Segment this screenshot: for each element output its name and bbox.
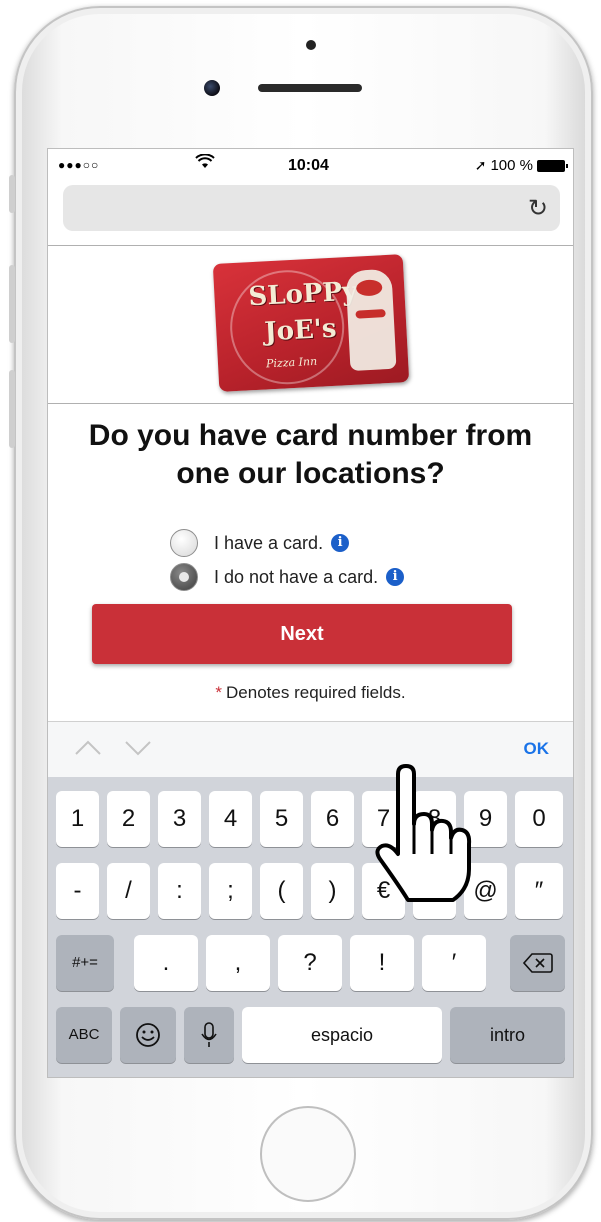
key-quote[interactable]: ″	[515, 863, 563, 919]
chevron-up-icon[interactable]	[74, 736, 102, 762]
backspace-icon	[522, 953, 553, 973]
hand-pointer-icon	[375, 764, 472, 902]
next-button[interactable]: Next	[92, 604, 512, 664]
radio-no-card[interactable]	[170, 563, 198, 591]
divider	[48, 403, 573, 404]
question-line1: Do you have card number from	[88, 419, 533, 452]
battery-percent: 100 %	[490, 157, 533, 174]
key-semicolon[interactable]: ;	[209, 863, 252, 919]
emoji-icon	[136, 1023, 160, 1047]
required-star: *	[215, 683, 223, 702]
key-0[interactable]: 0	[515, 791, 563, 847]
card-subtitle: Pizza Inn	[265, 354, 318, 371]
phone-screen: ●●●○○ 10:04 ➚ 100 % ↻ SLoPPy JoE's Pizza…	[47, 148, 574, 1078]
ok-button[interactable]: OK	[524, 739, 550, 759]
keyboard-toolbar: OK	[48, 721, 573, 778]
battery-indicator: ➚ 100 %	[474, 157, 568, 174]
signal-strength: ●●●○○	[58, 158, 100, 172]
dictation-key[interactable]	[184, 1007, 234, 1063]
key-slash[interactable]: /	[107, 863, 150, 919]
option-label: I do not have a card.	[214, 566, 379, 587]
divider	[48, 245, 573, 246]
key-period[interactable]: .	[134, 935, 198, 991]
option-label: I have a card.	[214, 532, 324, 553]
earpiece-speaker	[258, 84, 362, 92]
key-open-paren[interactable]: (	[260, 863, 303, 919]
proximity-sensor	[306, 40, 316, 50]
card-brand-line2: JoE's	[263, 313, 338, 348]
option-no-card[interactable]: I do not have a card. i	[170, 563, 405, 591]
key-1[interactable]: 1	[56, 791, 99, 847]
battery-icon	[537, 159, 568, 172]
key-hyphen[interactable]: -	[56, 863, 99, 919]
numeric-keyboard: 1 2 3 4 5 6 7 8 9 0 - / : ; ( ) € & @ ″ …	[48, 777, 573, 1077]
backspace-key[interactable]	[510, 935, 565, 991]
loyalty-card-image: SLoPPy JoE's Pizza Inn	[212, 254, 410, 392]
key-question[interactable]: ?	[278, 935, 342, 991]
radio-have-card[interactable]	[170, 529, 198, 557]
question-line2: one our locations?	[176, 457, 445, 490]
emoji-key[interactable]	[120, 1007, 176, 1063]
volume-up-button	[9, 265, 15, 343]
key-2[interactable]: 2	[107, 791, 150, 847]
microphone-icon	[201, 1022, 217, 1048]
location-arrow-icon: ➚	[474, 157, 487, 173]
key-4[interactable]: 4	[209, 791, 252, 847]
status-time: 10:04	[288, 157, 329, 174]
space-key[interactable]: espacio	[242, 1007, 442, 1063]
intro-key[interactable]: intro	[450, 1007, 565, 1063]
abc-key[interactable]: ABC	[56, 1007, 112, 1063]
card-brand-line1: SLoPPy	[247, 276, 358, 313]
key-6[interactable]: 6	[311, 791, 354, 847]
address-bar[interactable]: ↻	[63, 185, 560, 231]
status-bar: ●●●○○ 10:04 ➚ 100 %	[48, 149, 573, 183]
required-note: * Denotes required fields.	[48, 683, 573, 703]
reload-icon[interactable]: ↻	[528, 194, 548, 223]
home-button[interactable]	[260, 1106, 356, 1202]
info-icon[interactable]: i	[386, 568, 405, 586]
volume-down-button	[9, 370, 15, 448]
option-have-card[interactable]: I have a card. i	[170, 529, 350, 557]
key-5[interactable]: 5	[260, 791, 303, 847]
key-colon[interactable]: :	[158, 863, 201, 919]
wifi-icon	[195, 153, 215, 175]
key-apostrophe[interactable]: ′	[422, 935, 486, 991]
key-comma[interactable]: ,	[206, 935, 270, 991]
chef-illustration	[345, 268, 397, 371]
front-camera-icon	[204, 80, 220, 96]
key-exclamation[interactable]: !	[350, 935, 414, 991]
chevron-down-icon[interactable]	[124, 736, 152, 762]
mute-switch	[9, 175, 15, 213]
key-3[interactable]: 3	[158, 791, 201, 847]
required-text: Denotes required fields.	[226, 683, 406, 702]
key-close-paren[interactable]: )	[311, 863, 354, 919]
info-icon[interactable]: i	[331, 534, 350, 552]
key-symbols[interactable]: #+=	[56, 935, 114, 991]
page-question: Do you have card number from one our loc…	[48, 417, 573, 493]
